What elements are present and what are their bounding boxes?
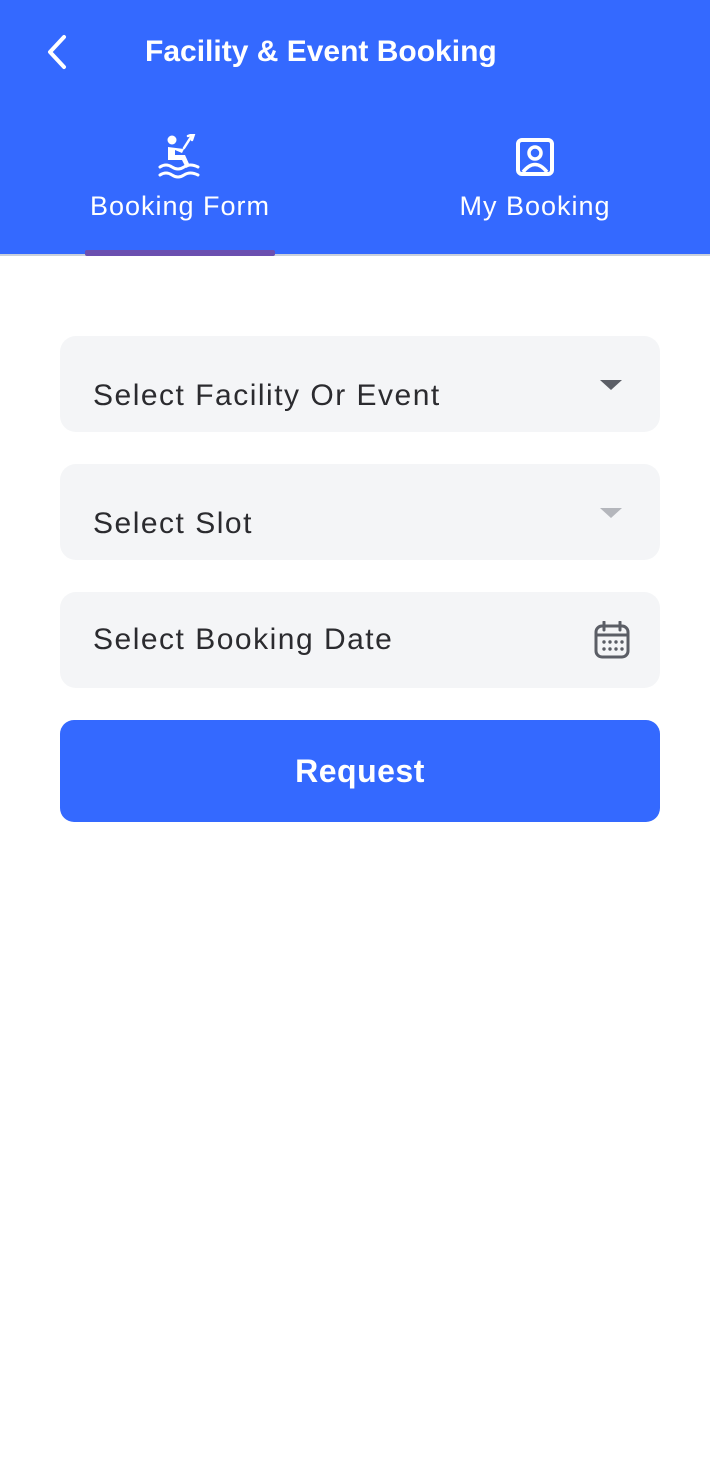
active-tab-indicator (85, 250, 275, 256)
app-header: Facility & Event Booking Booking Form My… (0, 0, 710, 256)
caret-down-icon (600, 508, 622, 518)
back-button[interactable] (34, 28, 82, 76)
chevron-left-icon (48, 35, 66, 69)
booking-date-label: Select Booking Date (93, 623, 394, 656)
request-button-label: Request (295, 752, 425, 789)
user-portrait-icon (513, 134, 557, 180)
calendar-icon[interactable] (594, 621, 630, 659)
request-button[interactable]: Request (60, 720, 660, 822)
tab-my-booking-label: My Booking (459, 191, 611, 221)
kayak-person-icon (158, 134, 202, 180)
tab-booking-form[interactable]: Booking Form (0, 128, 360, 256)
caret-down-icon (600, 380, 622, 390)
booking-date-field[interactable]: Select Booking Date (60, 592, 660, 688)
booking-screen: Facility & Event Booking Booking Form My… (0, 0, 710, 1474)
slot-select-label: Select Slot (93, 507, 253, 540)
facility-event-select-label: Select Facility Or Event (93, 379, 441, 412)
slot-select[interactable]: Select Slot (60, 464, 660, 560)
tab-my-booking[interactable]: My Booking (360, 128, 710, 254)
tab-booking-form-label: Booking Form (89, 191, 271, 221)
facility-event-select[interactable]: Select Facility Or Event (60, 336, 660, 432)
page-title: Facility & Event Booking (145, 35, 497, 68)
